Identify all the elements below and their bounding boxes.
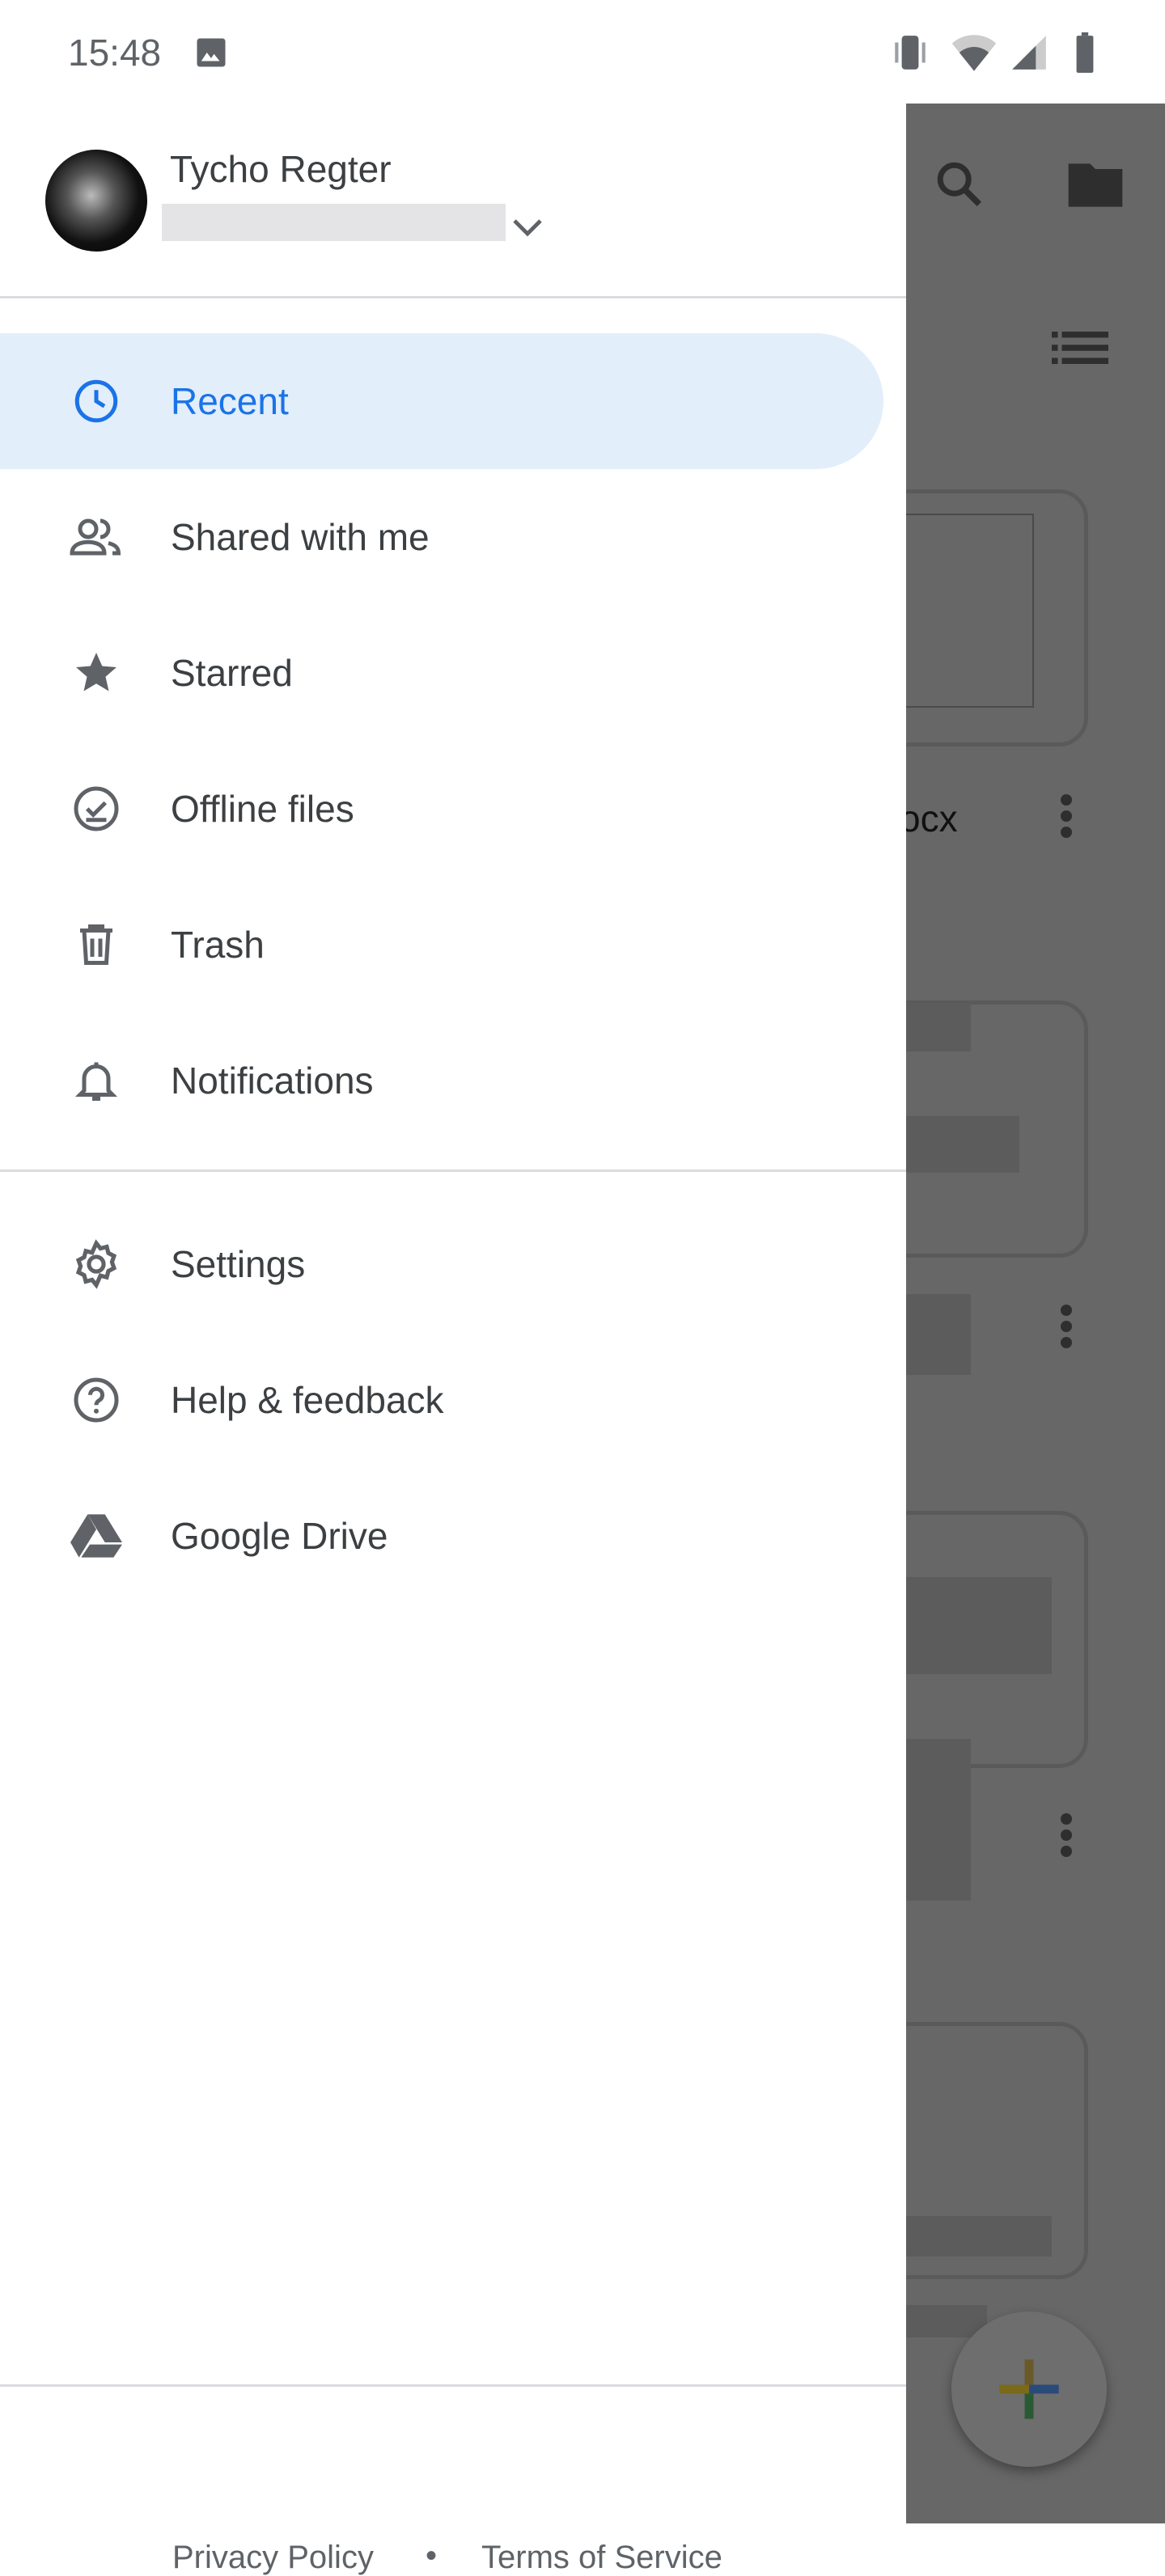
nav-item-notifications[interactable]: Notifications (0, 1013, 883, 1148)
avatar[interactable] (45, 150, 147, 252)
drive-icon (68, 1508, 125, 1564)
blurred-thumbnail (906, 1294, 971, 1375)
nav-item-label: Trash (171, 924, 265, 966)
nav-item-label: Starred (171, 652, 293, 694)
more-icon (1058, 1813, 1074, 1862)
divider (0, 2384, 906, 2387)
terms-of-service-link[interactable]: Terms of Service (481, 2540, 722, 2576)
vibrate-icon (895, 36, 926, 70)
account-name: Tycho Regter (170, 148, 392, 190)
blurred-thumbnail (906, 2216, 1052, 2257)
help-icon (68, 1372, 125, 1428)
account-email-redacted (162, 204, 506, 241)
blurred-thumbnail (906, 1739, 971, 1901)
nav-item-label: Offline files (171, 788, 354, 830)
divider (0, 296, 906, 298)
nav-item-offline-files[interactable]: Offline files (0, 741, 883, 877)
nav-item-recent[interactable]: Recent (0, 333, 883, 469)
image-icon (197, 38, 226, 67)
nav-item-google-drive[interactable]: Google Drive (0, 1468, 883, 1604)
clock-icon (68, 373, 125, 429)
navigation-drawer: Tycho Regter Recent Shared with me Starr… (0, 104, 906, 2575)
folder-icon (1068, 163, 1123, 207)
gear-icon (68, 1236, 125, 1292)
nav-item-trash[interactable]: Trash (0, 877, 883, 1013)
file-thumbnail (906, 514, 1034, 708)
more-icon (1058, 1305, 1074, 1353)
status-bar: 15:48 (0, 0, 1165, 104)
status-time: 15:48 (68, 32, 162, 74)
people-icon (68, 509, 125, 565)
chevron-down-icon[interactable] (511, 217, 544, 238)
nav-item-settings[interactable]: Settings (0, 1196, 883, 1332)
footer-separator: • (426, 2538, 438, 2574)
file-name: ocx (900, 797, 958, 840)
bell-icon (68, 1052, 125, 1109)
nav-item-starred[interactable]: Starred (0, 605, 883, 741)
nav-item-label: Google Drive (171, 1515, 388, 1557)
blurred-thumbnail (906, 1116, 1019, 1173)
nav-item-label: Recent (171, 380, 289, 422)
list-view-icon (1052, 332, 1108, 364)
nav-item-shared-with-me[interactable]: Shared with me (0, 469, 883, 605)
star-icon (68, 645, 125, 701)
new-button[interactable] (951, 2312, 1107, 2467)
trash-icon (68, 916, 125, 973)
wifi-icon (951, 35, 997, 71)
nav-item-label: Settings (171, 1243, 306, 1285)
battery-icon (1076, 32, 1094, 73)
nav-item-label: Help & feedback (171, 1379, 444, 1421)
blurred-thumbnail (906, 1577, 1052, 1674)
more-icon (1058, 794, 1074, 843)
offline-check-icon (68, 780, 125, 837)
privacy-policy-link[interactable]: Privacy Policy (172, 2540, 374, 2576)
signal-icon (1012, 36, 1046, 70)
plus-icon (999, 2359, 1059, 2419)
divider (0, 1170, 906, 1172)
nav-item-label: Shared with me (171, 516, 430, 558)
nav-item-label: Notifications (171, 1060, 374, 1102)
nav-item-help-feedback[interactable]: Help & feedback (0, 1332, 883, 1468)
blurred-thumbnail (906, 1003, 971, 1051)
search-icon (937, 162, 982, 207)
